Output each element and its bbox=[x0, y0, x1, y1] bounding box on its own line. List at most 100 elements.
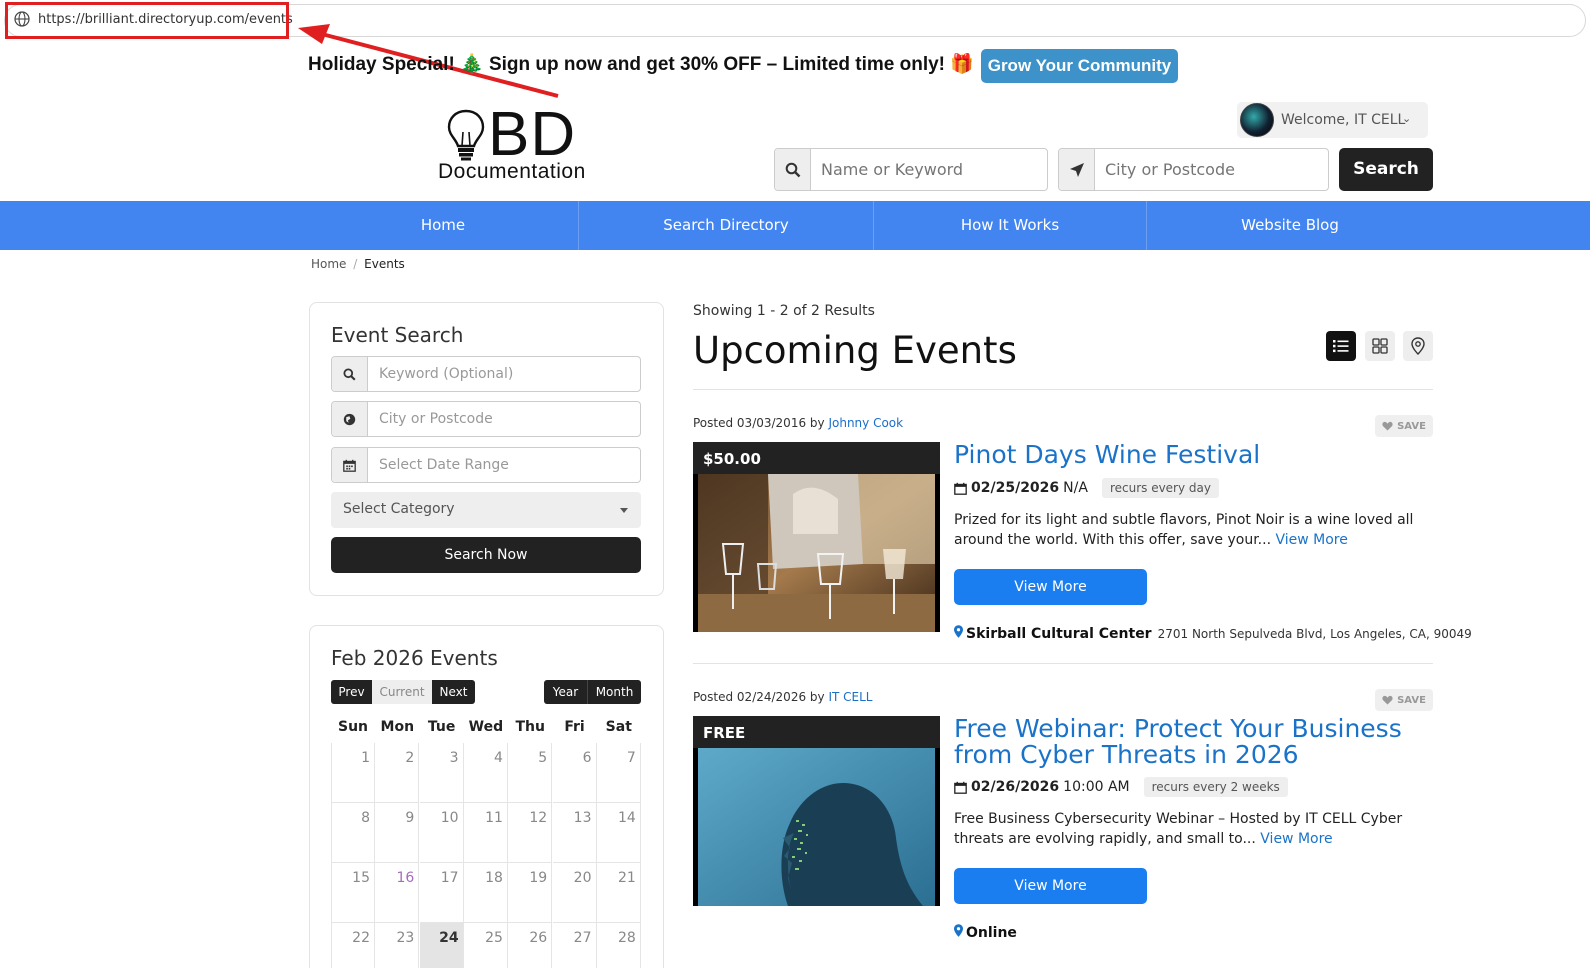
event-author-link[interactable]: Johnny Cook bbox=[828, 416, 903, 430]
keyword-search-field[interactable] bbox=[774, 148, 1048, 191]
nav-item-search-directory[interactable]: Search Directory bbox=[579, 201, 873, 250]
event-venue: Online bbox=[966, 925, 1017, 941]
location-arrow-icon bbox=[1059, 149, 1095, 190]
event-time: N/A bbox=[1063, 480, 1088, 496]
search-icon bbox=[775, 149, 811, 190]
globe-icon bbox=[332, 402, 368, 436]
calendar-next-button[interactable]: Next bbox=[432, 680, 475, 704]
calendar-day[interactable]: 27 bbox=[553, 923, 597, 968]
calendar-weekday-label: Tue bbox=[427, 719, 456, 735]
map-view-icon[interactable] bbox=[1403, 331, 1433, 361]
calendar-day[interactable]: 2 bbox=[375, 743, 420, 803]
list-view-icon[interactable] bbox=[1326, 331, 1356, 361]
wine-festival-photo bbox=[698, 474, 935, 632]
event-date-row: 02/26/2026 10:00 AM recurs every 2 weeks bbox=[954, 777, 1288, 797]
location-field[interactable]: City or Postcode bbox=[331, 401, 641, 437]
calendar-day[interactable]: 16 bbox=[375, 863, 420, 923]
location-search-field[interactable] bbox=[1058, 148, 1329, 191]
avatar bbox=[1240, 103, 1274, 137]
calendar-day[interactable]: 3 bbox=[419, 743, 464, 803]
calendar-icon bbox=[332, 448, 368, 482]
calendar-day[interactable]: 28 bbox=[597, 923, 641, 968]
calendar-day[interactable]: 22 bbox=[331, 923, 375, 968]
event-location: Online bbox=[954, 924, 1017, 941]
map-marker-icon bbox=[954, 924, 963, 937]
grid-view-icon[interactable] bbox=[1365, 331, 1395, 361]
nav-item-home[interactable]: Home bbox=[308, 201, 578, 250]
calendar-icon bbox=[954, 482, 967, 495]
calendar-day[interactable]: 13 bbox=[552, 803, 597, 863]
save-button[interactable]: SAVE bbox=[1375, 689, 1433, 711]
calendar-weekday-label: Mon bbox=[380, 719, 415, 735]
location-search-input[interactable] bbox=[1105, 160, 1325, 179]
event-author-link[interactable]: IT CELL bbox=[828, 690, 872, 704]
save-button[interactable]: SAVE bbox=[1375, 415, 1433, 437]
calendar-day[interactable]: 23 bbox=[375, 923, 420, 968]
nav-item-website-blog[interactable]: Website Blog bbox=[1147, 201, 1433, 250]
keyword-field[interactable]: Keyword (Optional) bbox=[331, 356, 641, 392]
calendar-prev-button[interactable]: Prev bbox=[331, 680, 372, 704]
event-description: Prized for its light and subtle flavors,… bbox=[954, 510, 1424, 550]
heart-icon bbox=[1382, 421, 1393, 431]
calendar-current-button[interactable]: Current bbox=[372, 680, 432, 704]
calendar-day[interactable]: 7 bbox=[596, 743, 641, 803]
event-date-row: 02/25/2026 N/A recurs every day bbox=[954, 478, 1219, 498]
category-select[interactable]: Select Category bbox=[331, 492, 641, 528]
nav-item-how-it-works[interactable]: How It Works bbox=[874, 201, 1146, 250]
calendar-weekday-label: Sat bbox=[605, 719, 632, 735]
calendar-year-view-button[interactable]: Year bbox=[544, 680, 587, 704]
calendar-month-view-button[interactable]: Month bbox=[587, 680, 641, 704]
view-more-link[interactable]: View More bbox=[1275, 532, 1347, 548]
view-more-link[interactable]: View More bbox=[1260, 831, 1332, 847]
event-location: Skirball Cultural Center 2701 North Sepu… bbox=[954, 625, 1472, 642]
event-title-link[interactable]: Pinot Days Wine Festival bbox=[954, 442, 1424, 468]
calendar-weekday-label: Sun bbox=[337, 719, 369, 735]
promo-banner-text: Holiday Special! 🎄 Sign up now and get 3… bbox=[308, 54, 974, 75]
calendar-day[interactable]: 4 bbox=[463, 743, 508, 803]
calendar-day[interactable]: 14 bbox=[596, 803, 641, 863]
calendar-day[interactable]: 26 bbox=[508, 923, 553, 968]
calendar-day[interactable]: 6 bbox=[552, 743, 597, 803]
event-title-link[interactable]: Free Webinar: Protect Your Business from… bbox=[954, 716, 1424, 768]
keyword-search-input[interactable] bbox=[821, 160, 1041, 179]
date-range-field[interactable]: Select Date Range bbox=[331, 447, 641, 483]
recurrence-badge: recurs every day bbox=[1101, 478, 1219, 498]
date-range-placeholder: Select Date Range bbox=[379, 457, 509, 473]
calendar-day[interactable]: 9 bbox=[375, 803, 420, 863]
calendar-day[interactable]: 11 bbox=[463, 803, 508, 863]
calendar-day[interactable]: 15 bbox=[331, 863, 375, 923]
grow-community-button[interactable]: Grow Your Community bbox=[981, 49, 1178, 83]
calendar-day[interactable]: 10 bbox=[419, 803, 464, 863]
calendar-day[interactable]: 19 bbox=[508, 863, 553, 923]
results-count: Showing 1 - 2 of 2 Results bbox=[693, 303, 875, 319]
calendar-day[interactable]: 1 bbox=[331, 743, 375, 803]
calendar-day[interactable]: 5 bbox=[508, 743, 553, 803]
event-image[interactable]: $50.00 bbox=[693, 442, 940, 632]
calendar-weekday-label: Thu bbox=[515, 719, 545, 735]
welcome-label: Welcome, IT CELL bbox=[1281, 112, 1406, 128]
calendar-day[interactable]: 12 bbox=[508, 803, 553, 863]
view-more-button[interactable]: View More bbox=[954, 868, 1147, 904]
header-search-button[interactable]: Search bbox=[1339, 148, 1433, 191]
results-divider bbox=[693, 663, 1433, 664]
caret-down-icon bbox=[620, 508, 628, 513]
event-date: 02/26/2026 bbox=[971, 779, 1060, 795]
event-posted-date: Posted 03/03/2016 by bbox=[693, 416, 825, 430]
calendar-day[interactable]: 25 bbox=[464, 923, 508, 968]
calendar-day[interactable]: 20 bbox=[552, 863, 597, 923]
view-more-button[interactable]: View More bbox=[954, 569, 1147, 605]
recurrence-badge: recurs every 2 weeks bbox=[1143, 777, 1288, 797]
event-date: 02/25/2026 bbox=[971, 480, 1060, 496]
calendar-day[interactable]: 18 bbox=[463, 863, 508, 923]
calendar-day[interactable]: 21 bbox=[596, 863, 641, 923]
calendar-day[interactable]: 8 bbox=[331, 803, 375, 863]
cyber-webinar-photo bbox=[698, 748, 935, 906]
calendar-day[interactable]: 24 bbox=[419, 923, 464, 968]
event-image[interactable]: FREE bbox=[693, 716, 940, 906]
search-now-button[interactable]: Search Now bbox=[331, 537, 641, 573]
calendar-icon bbox=[954, 781, 967, 794]
user-menu[interactable]: Welcome, IT CELL ⌄ bbox=[1237, 102, 1428, 138]
calendar-day[interactable]: 17 bbox=[419, 863, 464, 923]
calendar-weekday-label: Wed bbox=[468, 719, 504, 735]
breadcrumb-home[interactable]: Home bbox=[311, 257, 346, 271]
